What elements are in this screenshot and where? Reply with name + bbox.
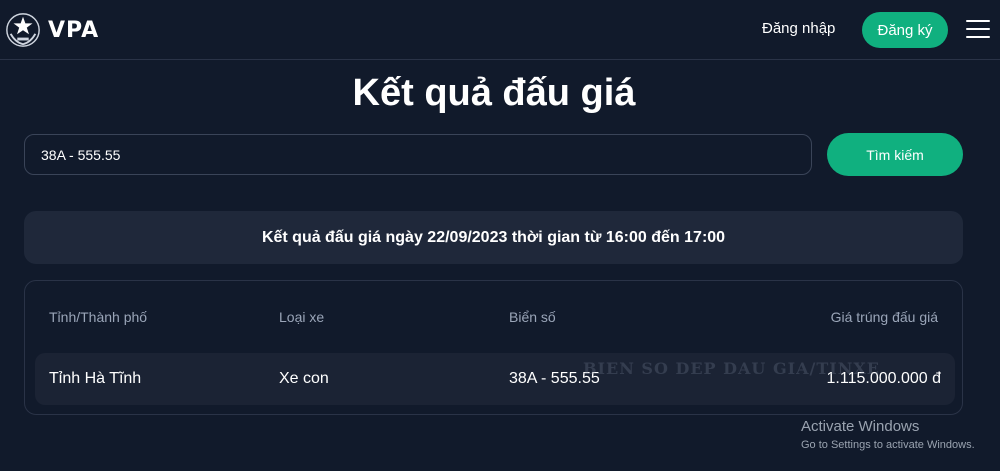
search-button[interactable]: Tìm kiếm: [827, 133, 963, 176]
activate-subtitle: Go to Settings to activate Windows.: [801, 439, 975, 451]
register-button[interactable]: Đăng ký: [862, 12, 948, 48]
top-navbar: VPA Đăng nhập Đăng ký: [0, 0, 1000, 60]
column-header-province: Tỉnh/Thành phố: [49, 309, 148, 325]
column-header-winning-price: Giá trúng đấu giá: [830, 309, 938, 325]
cell-province: Tỉnh Hà Tĩnh: [49, 370, 142, 387]
vpa-logo[interactable]: VPA: [4, 10, 99, 50]
column-header-vehicle-type: Loại xe: [279, 309, 325, 325]
cell-winning-price: 1.115.000.000 đ: [826, 370, 941, 387]
results-table: Tỉnh/Thành phố Loại xe Biển số Giá trúng…: [24, 280, 963, 415]
hamburger-menu-icon[interactable]: [966, 20, 990, 40]
page-title: Kết quả đấu giá: [352, 72, 636, 114]
table-row: Tỉnh Hà Tĩnh Xe con 38A - 555.55 1.115.0…: [35, 353, 955, 405]
plate-search-input[interactable]: [24, 134, 812, 175]
activate-title: Activate Windows: [801, 418, 920, 435]
cell-vehicle-type: Xe con: [279, 370, 329, 387]
login-link[interactable]: Đăng nhập: [762, 20, 835, 37]
windows-activation-notice: Activate Windows Go to Settings to activ…: [801, 418, 975, 451]
column-header-plate: Biển số: [509, 309, 556, 325]
menu-line: [966, 36, 990, 38]
menu-line: [966, 20, 990, 22]
emblem-icon: [6, 13, 40, 47]
cell-plate: 38A - 555.55: [509, 370, 600, 387]
result-banner: Kết quả đấu giá ngày 22/09/2023 thời gia…: [24, 211, 963, 264]
menu-line: [966, 28, 990, 30]
logo-text: VPA: [48, 17, 100, 43]
